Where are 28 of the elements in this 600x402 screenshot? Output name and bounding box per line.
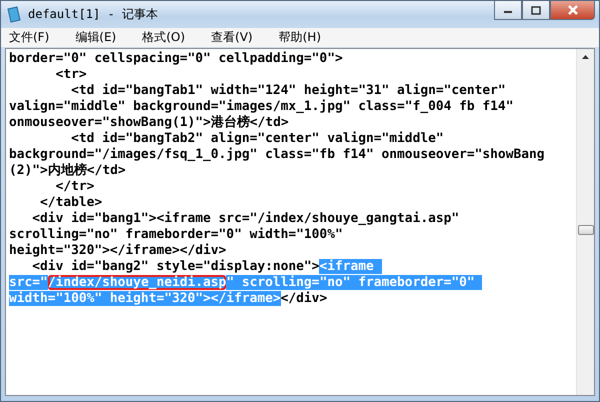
close-button[interactable] bbox=[550, 1, 595, 20]
menu-item[interactable]: 查看(V) bbox=[207, 29, 261, 46]
code-line: <div id="bang2" style="display:none"><iframe bbox=[9, 259, 576, 275]
code-line: </tr> bbox=[54, 179, 96, 195]
code-line: <td id="bangTab2" align="center" valign="middle" bbox=[70, 131, 445, 147]
code-line: width="100%" height="320"></iframe></div> bbox=[9, 291, 328, 307]
code-line: scrolling="no" frameborder="0" width="100%" bbox=[9, 227, 344, 243]
code-line: onmouseover="showBang(1)">港台榜</td> bbox=[9, 115, 290, 131]
code-line: (2)">内地榜</td> bbox=[9, 163, 127, 179]
menu-item[interactable]: 文件(F) bbox=[5, 29, 58, 46]
menu-item[interactable]: 帮助(H) bbox=[274, 29, 329, 46]
menu-item[interactable]: 格式(O) bbox=[138, 29, 194, 46]
code-line: <tr> bbox=[54, 67, 88, 83]
code-line: height="320"></iframe></div> bbox=[9, 243, 228, 259]
code-line: <td id="bangTab1" width="124" height="31" align="center" bbox=[70, 83, 507, 99]
code-line: <div id="bang1"><iframe src="/index/shouye_gangtai.asp" bbox=[31, 211, 460, 227]
code-line: background="/images/fsq_1_0.jpg" class="fb f14" onmouseover="showBang bbox=[9, 147, 546, 162]
maximize-icon bbox=[531, 6, 541, 14]
notepad-icon bbox=[7, 6, 22, 23]
window-title: default[1] - 记事本 bbox=[28, 6, 159, 23]
scroll-thumb[interactable] bbox=[578, 225, 594, 235]
menu-item[interactable]: 编辑(E) bbox=[71, 29, 124, 46]
minimize-button[interactable] bbox=[494, 1, 522, 20]
code-line: border="0" cellspacing="0" cellpadding="0"> bbox=[9, 51, 344, 67]
maximize-button[interactable] bbox=[522, 1, 550, 20]
close-icon bbox=[566, 5, 578, 15]
code-line: </table> bbox=[39, 195, 104, 211]
code-line: valign="middle" background="images/mx_1.jpg" class="f_004 fb f14" bbox=[9, 99, 514, 114]
